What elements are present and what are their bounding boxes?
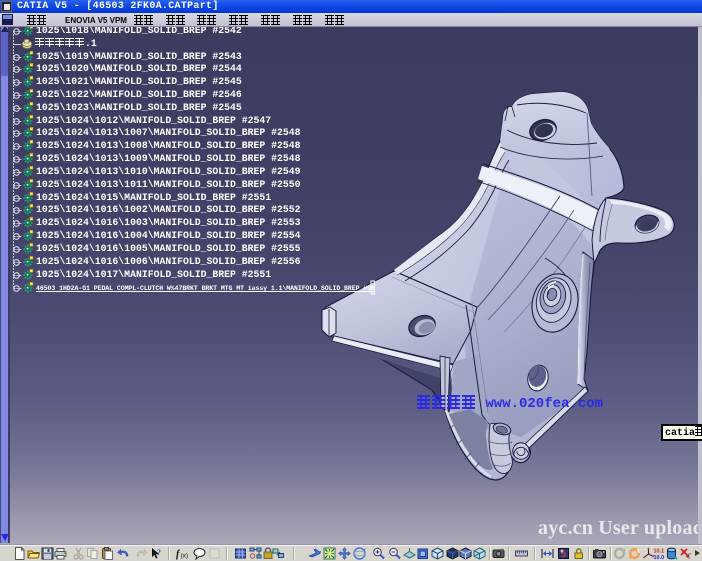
svg-text:?: ? [157, 548, 161, 557]
svg-text:(x): (x) [181, 553, 189, 560]
svg-text:10.0: 10.0 [654, 555, 665, 560]
svg-text:10.1: 10.1 [654, 549, 665, 555]
